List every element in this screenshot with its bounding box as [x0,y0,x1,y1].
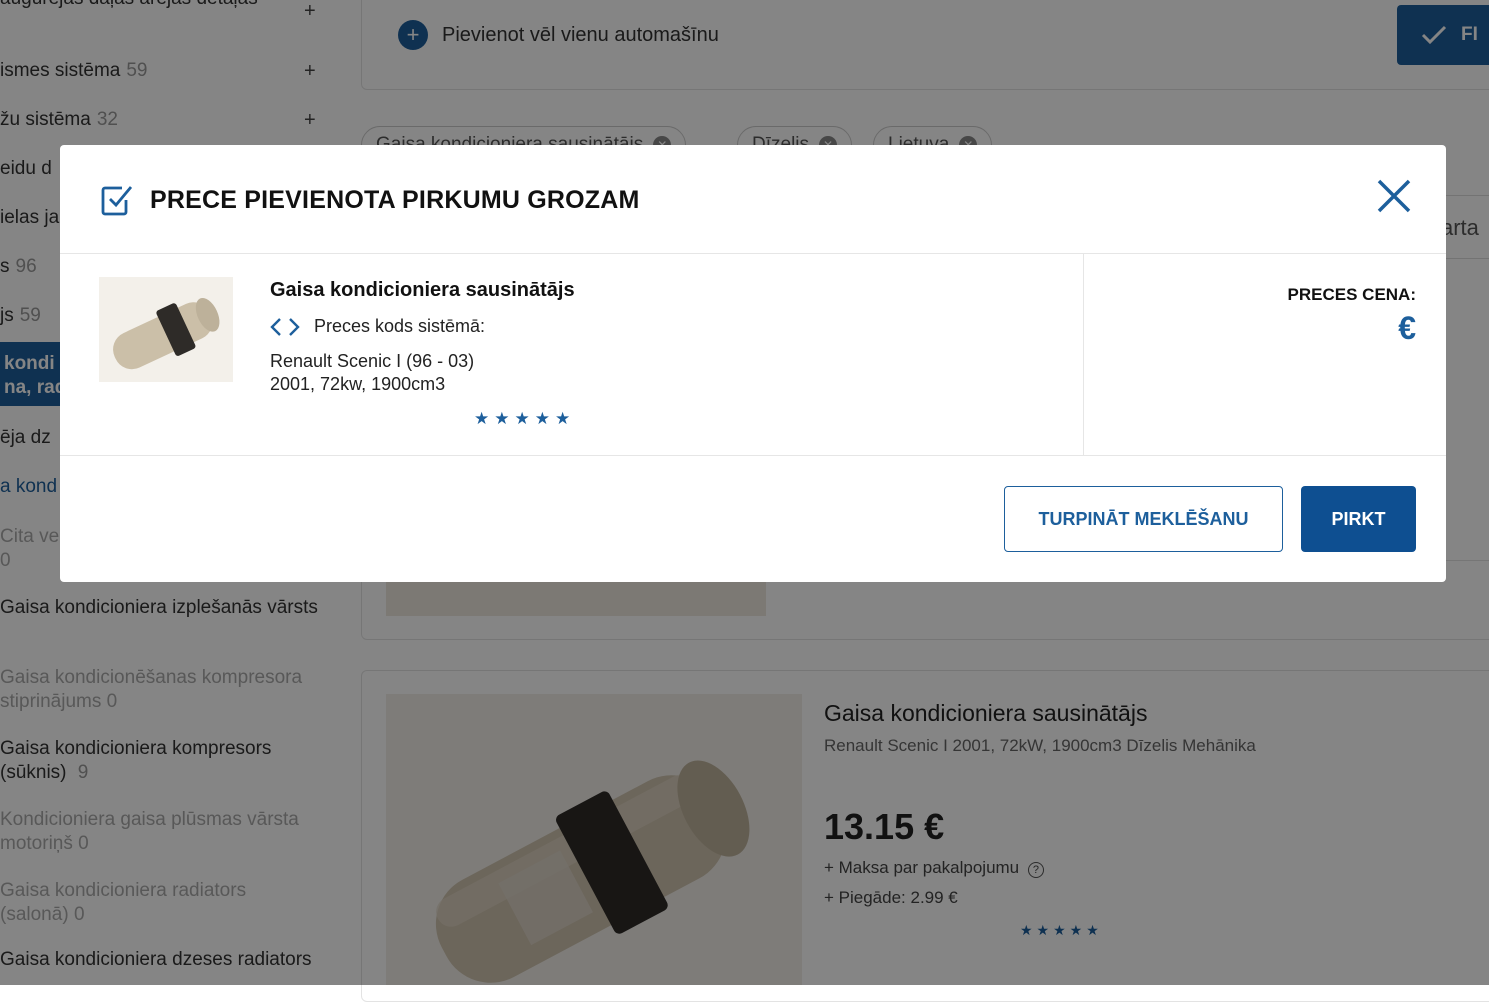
car-model: Renault Scenic I (96 - 03) [270,351,475,371]
divider [1083,254,1084,455]
product-code-row: Preces kods sistēmā: [270,316,485,337]
product-thumbnail [99,277,233,382]
code-brackets-icon [270,317,300,336]
added-to-cart-modal: PRECE PIEVIENOTA PIRKUMU GROZAM Gaisa ko… [60,145,1446,582]
checkbox-check-icon [101,186,133,216]
modal-header: PRECE PIEVIENOTA PIRKUMU GROZAM [60,145,1446,254]
product-name: Gaisa kondicioniera sausinātājs [270,279,575,301]
price-value: € [1398,310,1416,346]
price-label: PRECES CENA: [1287,285,1416,304]
product-code-label: Preces kods sistēmā: [314,316,486,336]
modal-title: PRECE PIEVIENOTA PIRKUMU GROZAM [150,186,640,214]
modal-body: Gaisa kondicioniera sausinātājs Preces k… [60,254,1446,456]
buy-button[interactable]: PIRKT [1301,486,1416,552]
close-icon[interactable] [1374,176,1414,216]
rating-stars: ★★★★★ [474,409,576,428]
continue-search-button[interactable]: TURPINĀT MEKLĒŠANU [1004,486,1283,552]
car-specs: 2001, 72kw, 1900cm3 [270,374,446,394]
dryer-thumbnail-image [99,277,233,382]
